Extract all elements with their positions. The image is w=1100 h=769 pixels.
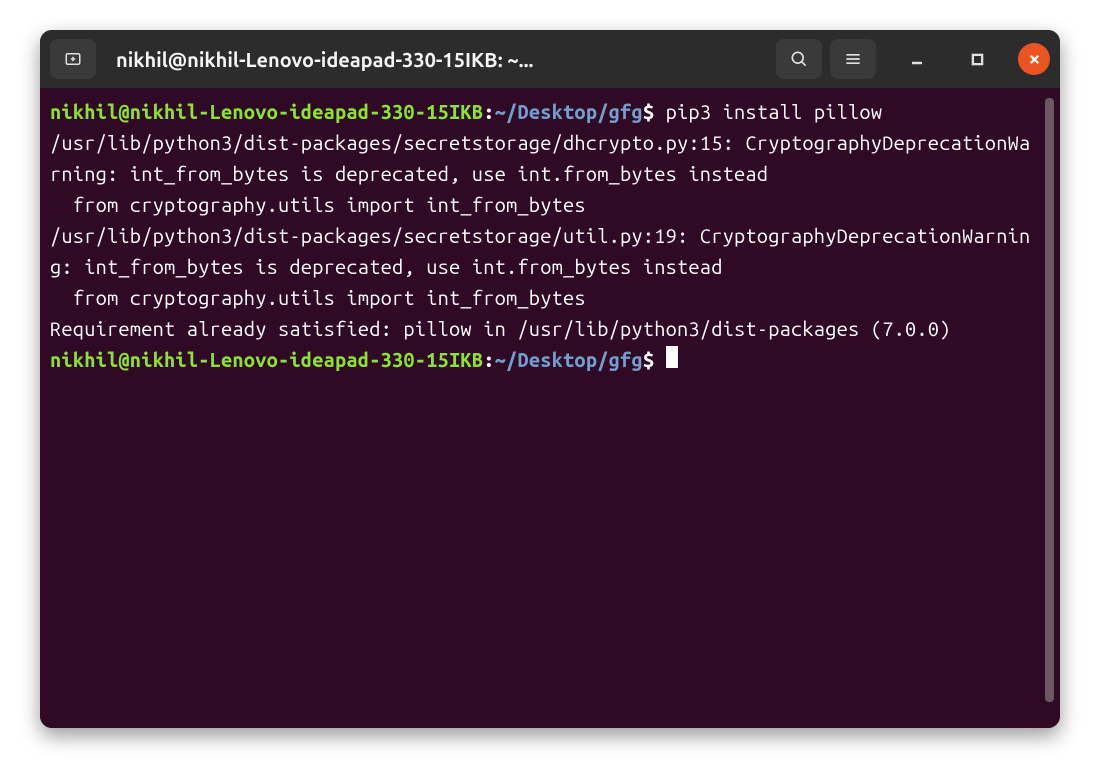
maximize-icon [971, 53, 984, 66]
close-icon [1028, 53, 1041, 66]
prompt-path: /Desktop/gfg [506, 348, 643, 371]
scrollbar[interactable] [1045, 98, 1054, 702]
output-line: Requirement already satisfied: pillow in… [50, 317, 951, 340]
search-icon [789, 49, 809, 69]
prompt-path: /Desktop/gfg [506, 100, 643, 123]
prompt-tilde: ~ [495, 348, 506, 371]
output-line: /usr/lib/python3/dist-packages/secretsto… [50, 224, 1030, 278]
search-button[interactable] [776, 39, 822, 79]
prompt-dollar: $ [643, 100, 654, 123]
minimize-icon [910, 52, 924, 66]
new-tab-button[interactable] [50, 39, 96, 79]
titlebar: nikhil@nikhil-Lenovo-ideapad-330-15IKB: … [40, 30, 1060, 88]
cursor [666, 346, 678, 368]
terminal-body[interactable]: nikhil@nikhil-Lenovo-ideapad-330-15IKB:~… [40, 88, 1060, 728]
titlebar-right [776, 39, 1050, 79]
prompt-tilde: ~ [495, 100, 506, 123]
new-tab-icon [64, 50, 82, 68]
menu-button[interactable] [830, 39, 876, 79]
prompt-dollar: $ [643, 348, 654, 371]
prompt-colon: : [483, 100, 494, 123]
output-line: /usr/lib/python3/dist-packages/secretsto… [50, 131, 1030, 185]
maximize-button[interactable] [958, 40, 996, 78]
output-line: from cryptography.utils import int_from_… [50, 193, 586, 216]
command-text: pip3 install pillow [654, 100, 882, 123]
prompt-user-host: nikhil@nikhil-Lenovo-ideapad-330-15IKB [50, 100, 483, 123]
close-button[interactable] [1018, 43, 1050, 75]
prompt-user-host: nikhil@nikhil-Lenovo-ideapad-330-15IKB [50, 348, 483, 371]
hamburger-icon [843, 49, 863, 69]
terminal-window: nikhil@nikhil-Lenovo-ideapad-330-15IKB: … [40, 30, 1060, 728]
minimize-button[interactable] [898, 40, 936, 78]
window-title: nikhil@nikhil-Lenovo-ideapad-330-15IKB: … [104, 48, 768, 71]
terminal-content[interactable]: nikhil@nikhil-Lenovo-ideapad-330-15IKB:~… [50, 96, 1041, 720]
output-line: from cryptography.utils import int_from_… [50, 286, 586, 309]
prompt-colon: : [483, 348, 494, 371]
